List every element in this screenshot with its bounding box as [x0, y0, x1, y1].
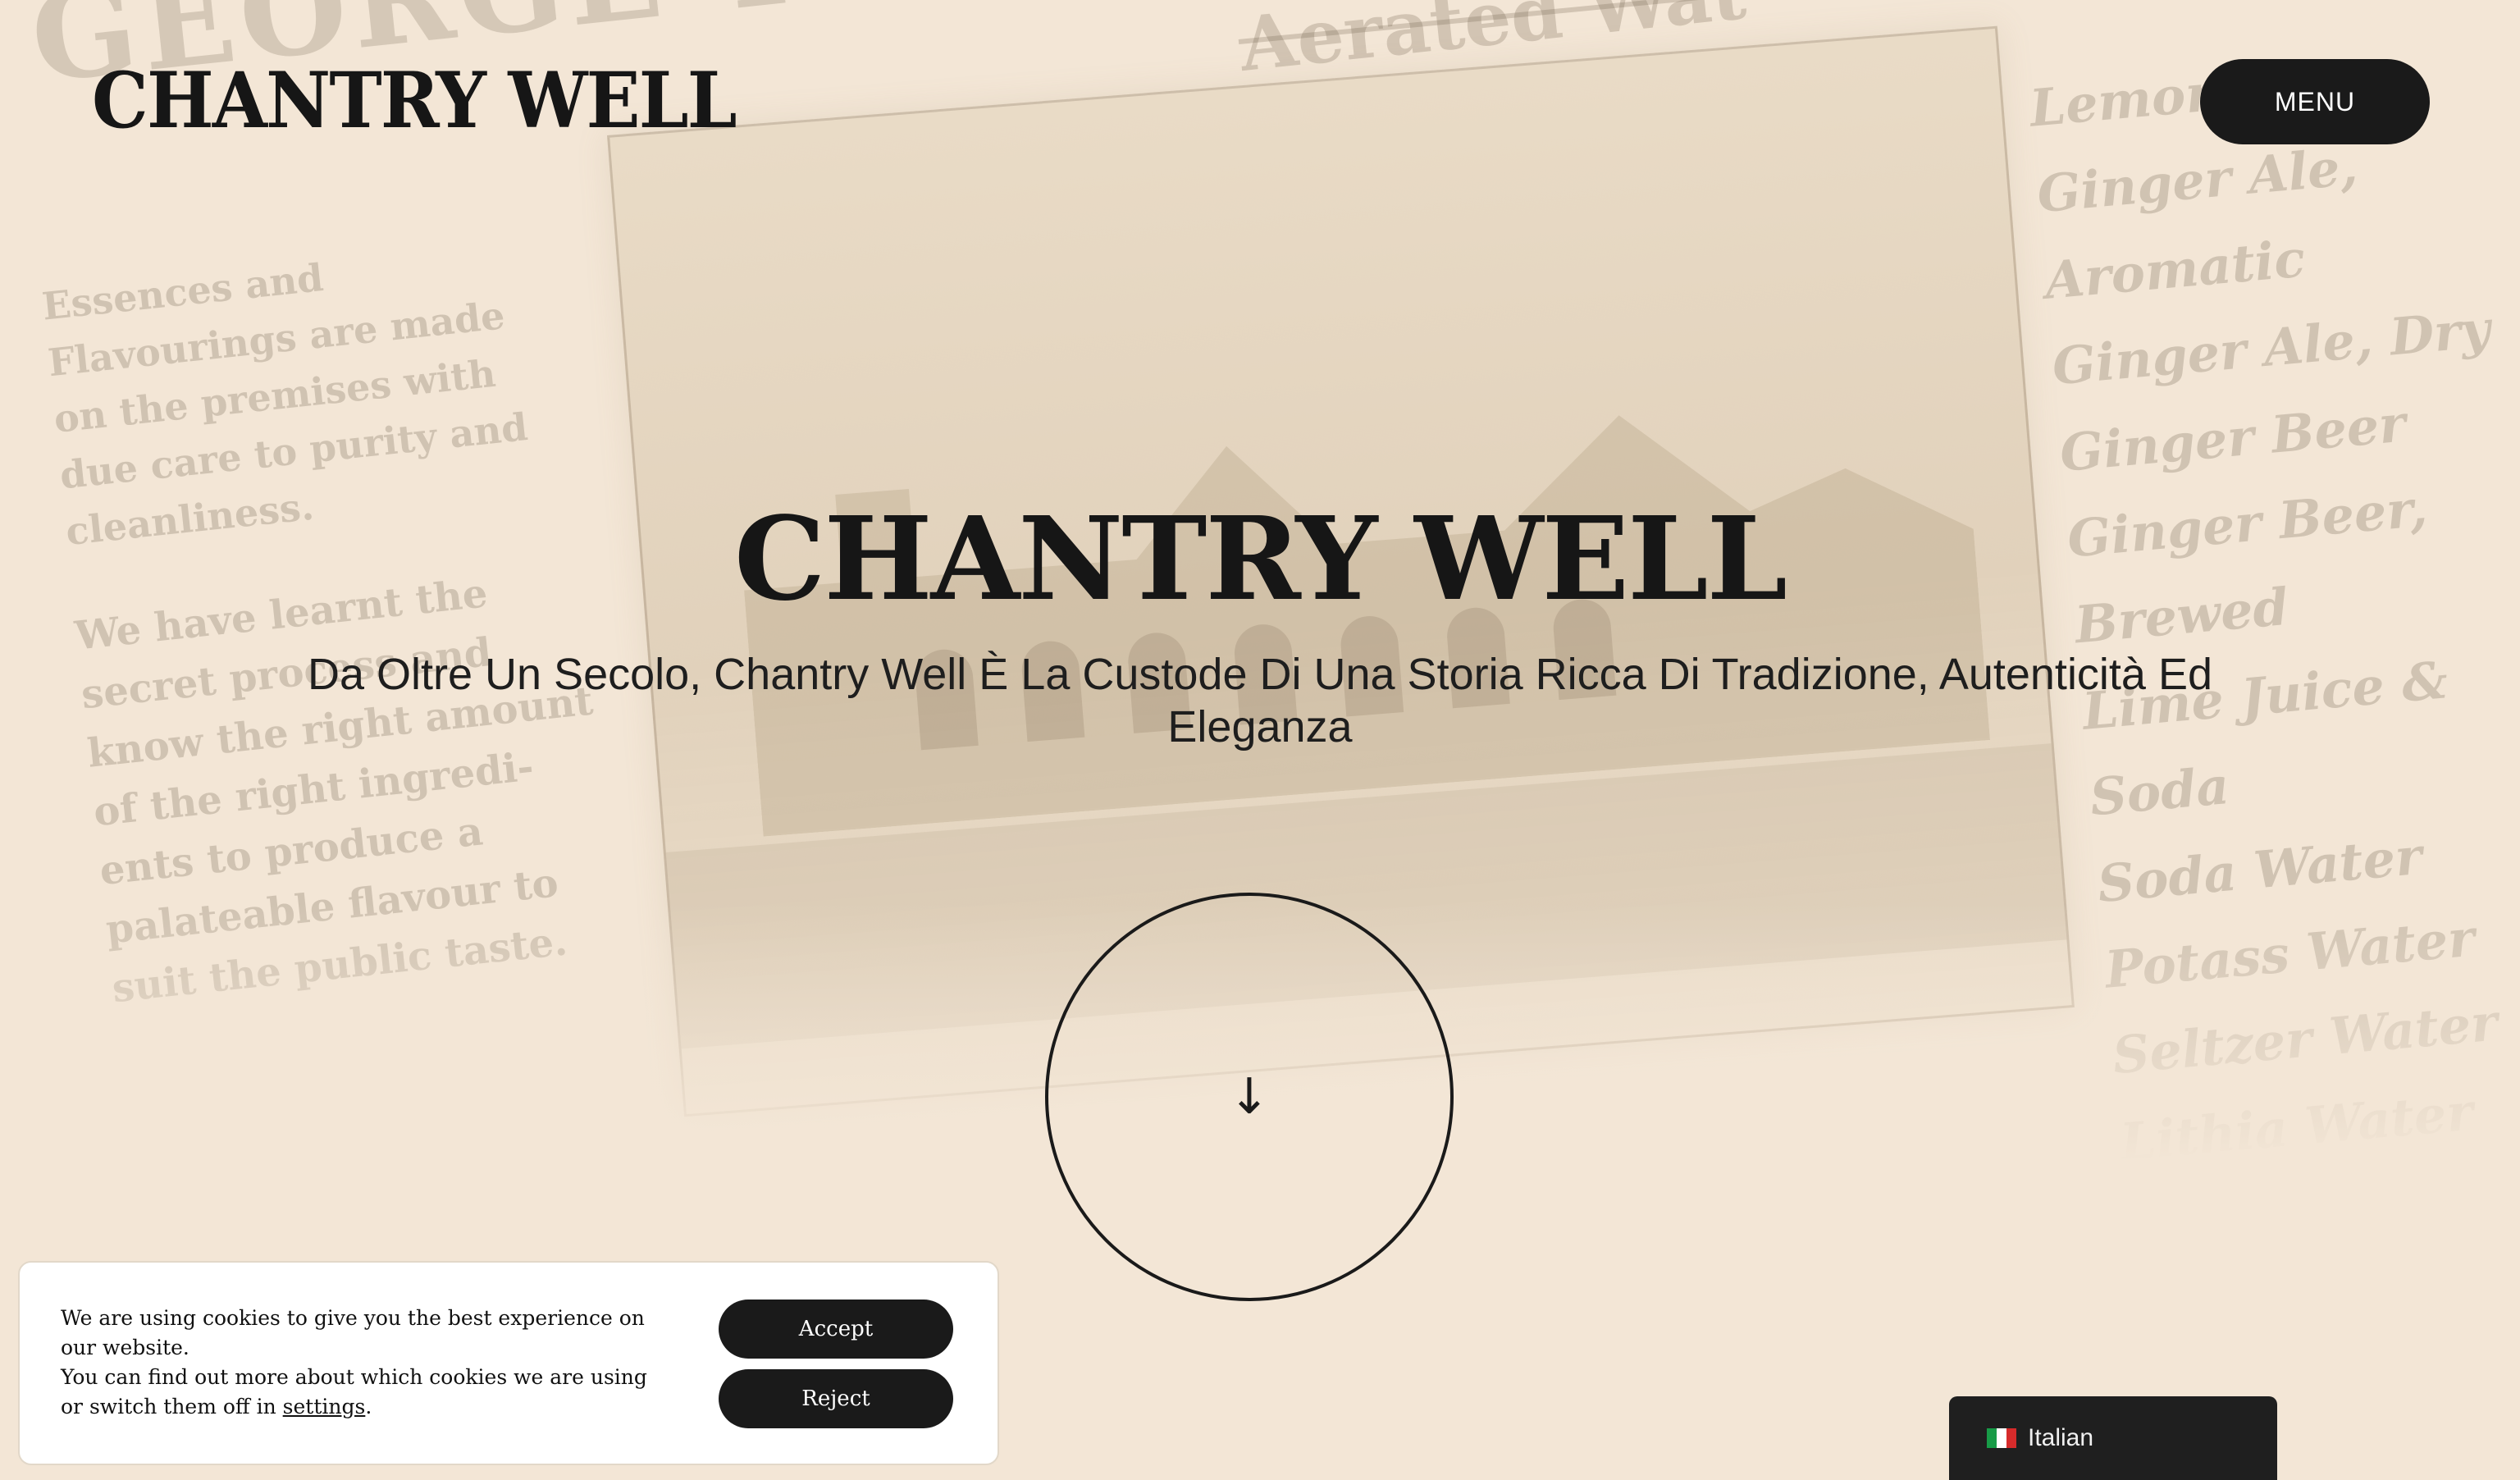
- scroll-down-button[interactable]: ↓: [1045, 893, 1454, 1301]
- cookie-settings-link[interactable]: settings: [283, 1395, 366, 1418]
- italy-flag-icon: [1987, 1428, 2016, 1448]
- cookie-banner: We are using cookies to give you the bes…: [18, 1261, 999, 1465]
- arrow-down-icon: ↓: [1228, 1068, 1271, 1126]
- accept-cookies-button[interactable]: Accept: [719, 1300, 953, 1359]
- language-label: Italian: [2028, 1424, 2094, 1451]
- hero-title: CHANTRY WELL: [733, 492, 1787, 627]
- hero-subtitle: Da Oltre Un Secolo, Chantry Well È La Cu…: [307, 650, 2213, 751]
- cookie-message-line2: You can find out more about which cookie…: [61, 1363, 651, 1422]
- cookie-message-line1: We are using cookies to give you the bes…: [61, 1306, 645, 1359]
- cookie-message: We are using cookies to give you the bes…: [61, 1304, 651, 1422]
- cookie-message-period: .: [365, 1395, 372, 1418]
- language-switcher[interactable]: Italian: [1949, 1396, 2277, 1480]
- reject-cookies-button[interactable]: Reject: [719, 1369, 953, 1428]
- menu-button[interactable]: MENU: [2200, 59, 2430, 144]
- site-logo[interactable]: CHANTRY WELL: [92, 56, 737, 146]
